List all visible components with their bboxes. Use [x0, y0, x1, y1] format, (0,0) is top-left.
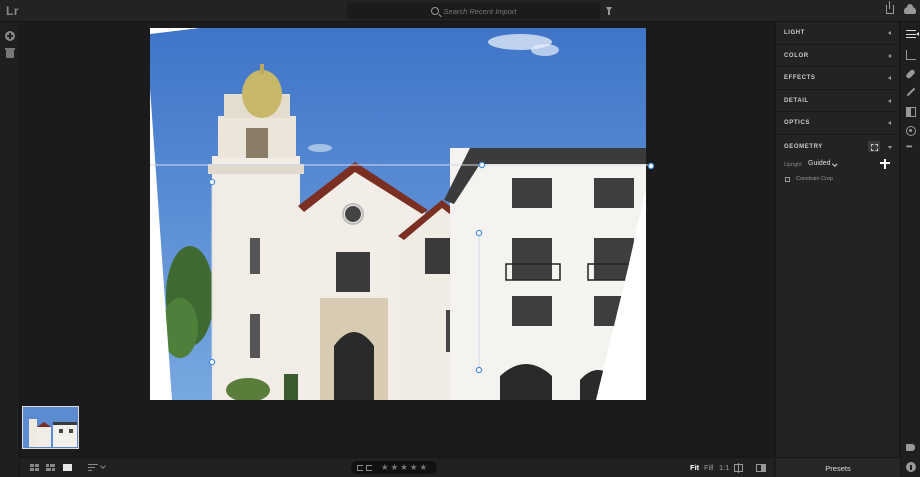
constrain-crop-checkbox[interactable]: Constrain Crop [785, 176, 833, 182]
active-panel-caret-icon [916, 32, 919, 36]
collapse-arrow-icon [888, 31, 891, 35]
upright-label: Upright [784, 162, 802, 168]
section-optics[interactable]: OPTICS [776, 112, 899, 135]
flag-rating-bar: ★ ★ ★ ★ ★ [351, 461, 437, 474]
search-placeholder: Search Recent Import [443, 6, 517, 16]
star-icon[interactable]: ★ [391, 463, 399, 472]
add-photos-icon[interactable] [5, 31, 15, 41]
section-label: COLOR [784, 52, 809, 59]
star-icon[interactable]: ★ [410, 463, 418, 472]
brush-icon[interactable] [906, 87, 916, 97]
photo-canvas[interactable] [150, 28, 646, 400]
app-logo: Lr [6, 4, 19, 18]
left-rail [0, 22, 20, 477]
more-icon[interactable]: ••• [906, 143, 916, 154]
checkbox-icon[interactable] [785, 176, 790, 182]
star-icon[interactable]: ★ [381, 463, 389, 472]
healing-brush-icon[interactable] [905, 68, 916, 80]
photo-image [150, 28, 646, 400]
section-light[interactable]: LIGHT [776, 22, 899, 45]
edit-panel: LIGHT COLOR EFFECTS DETAIL OPTICS GEOMET… [775, 22, 900, 477]
constrain-crop-label: Constrain Crop [796, 176, 833, 182]
cloud-sync-icon[interactable] [904, 4, 916, 14]
upright-chevron-down-icon[interactable] [832, 161, 838, 167]
collapse-arrow-icon [888, 121, 891, 125]
thumbnail-image [23, 407, 77, 447]
section-label: LIGHT [784, 30, 805, 36]
crop-icon[interactable] [906, 50, 916, 60]
right-tool-rail: ••• [900, 22, 920, 477]
grid-overlay-icon[interactable] [868, 141, 880, 152]
linear-gradient-icon[interactable] [906, 107, 916, 117]
bottom-toolbar: ★ ★ ★ ★ ★ Fit Fill 1:1 [20, 457, 774, 477]
section-detail[interactable]: DETAIL [776, 90, 899, 112]
guided-upright-tool-icon[interactable] [880, 159, 890, 169]
share-icon[interactable] [886, 1, 894, 14]
zoom-1to1[interactable]: 1:1 [719, 463, 729, 472]
search-bar[interactable]: Search Recent Import [347, 3, 600, 19]
section-label: GEOMETRY [784, 144, 823, 150]
top-bar: Lr Search Recent Import [0, 0, 920, 22]
star-icon[interactable]: ★ [400, 463, 408, 472]
photo-viewer [20, 22, 774, 457]
zoom-fill[interactable]: Fill [704, 463, 714, 472]
filter-icon[interactable] [606, 7, 612, 15]
sort-icon[interactable] [88, 464, 98, 472]
expand-arrow-icon [888, 146, 892, 149]
edit-sliders-icon[interactable] [906, 29, 916, 39]
sort-chevron-down-icon[interactable] [100, 463, 106, 469]
compare-icon[interactable] [734, 463, 743, 473]
section-geometry[interactable]: GEOMETRY [776, 136, 900, 158]
square-grid-icon[interactable] [30, 464, 39, 471]
before-after-icon[interactable] [756, 464, 766, 472]
search-icon [430, 7, 439, 15]
star-icon[interactable]: ★ [420, 463, 428, 472]
section-label: OPTICS [784, 120, 810, 126]
collapse-arrow-icon [888, 98, 891, 103]
presets-label: Presets [825, 464, 851, 473]
detail-view-icon[interactable] [63, 464, 72, 471]
radial-gradient-icon[interactable] [906, 126, 916, 136]
guide-handle [647, 162, 655, 170]
zoom-fit[interactable]: Fit [690, 463, 699, 472]
keyword-tag-icon[interactable] [906, 444, 915, 451]
collapse-arrow-icon [888, 76, 891, 80]
presets-button[interactable]: Presets [776, 457, 900, 477]
photo-grid-icon[interactable] [46, 464, 55, 471]
section-label: EFFECTS [784, 75, 816, 81]
info-icon[interactable] [906, 462, 916, 472]
reject-flag-icon[interactable] [366, 464, 372, 471]
pick-flag-icon[interactable] [357, 464, 363, 471]
section-effects[interactable]: EFFECTS [776, 67, 899, 90]
library-icon[interactable] [5, 48, 15, 58]
filmstrip-thumbnail[interactable] [22, 406, 79, 449]
collapse-arrow-icon [888, 53, 891, 58]
section-color[interactable]: COLOR [776, 45, 899, 67]
section-label: DETAIL [784, 97, 809, 104]
upright-dropdown[interactable]: Guided [808, 160, 831, 167]
